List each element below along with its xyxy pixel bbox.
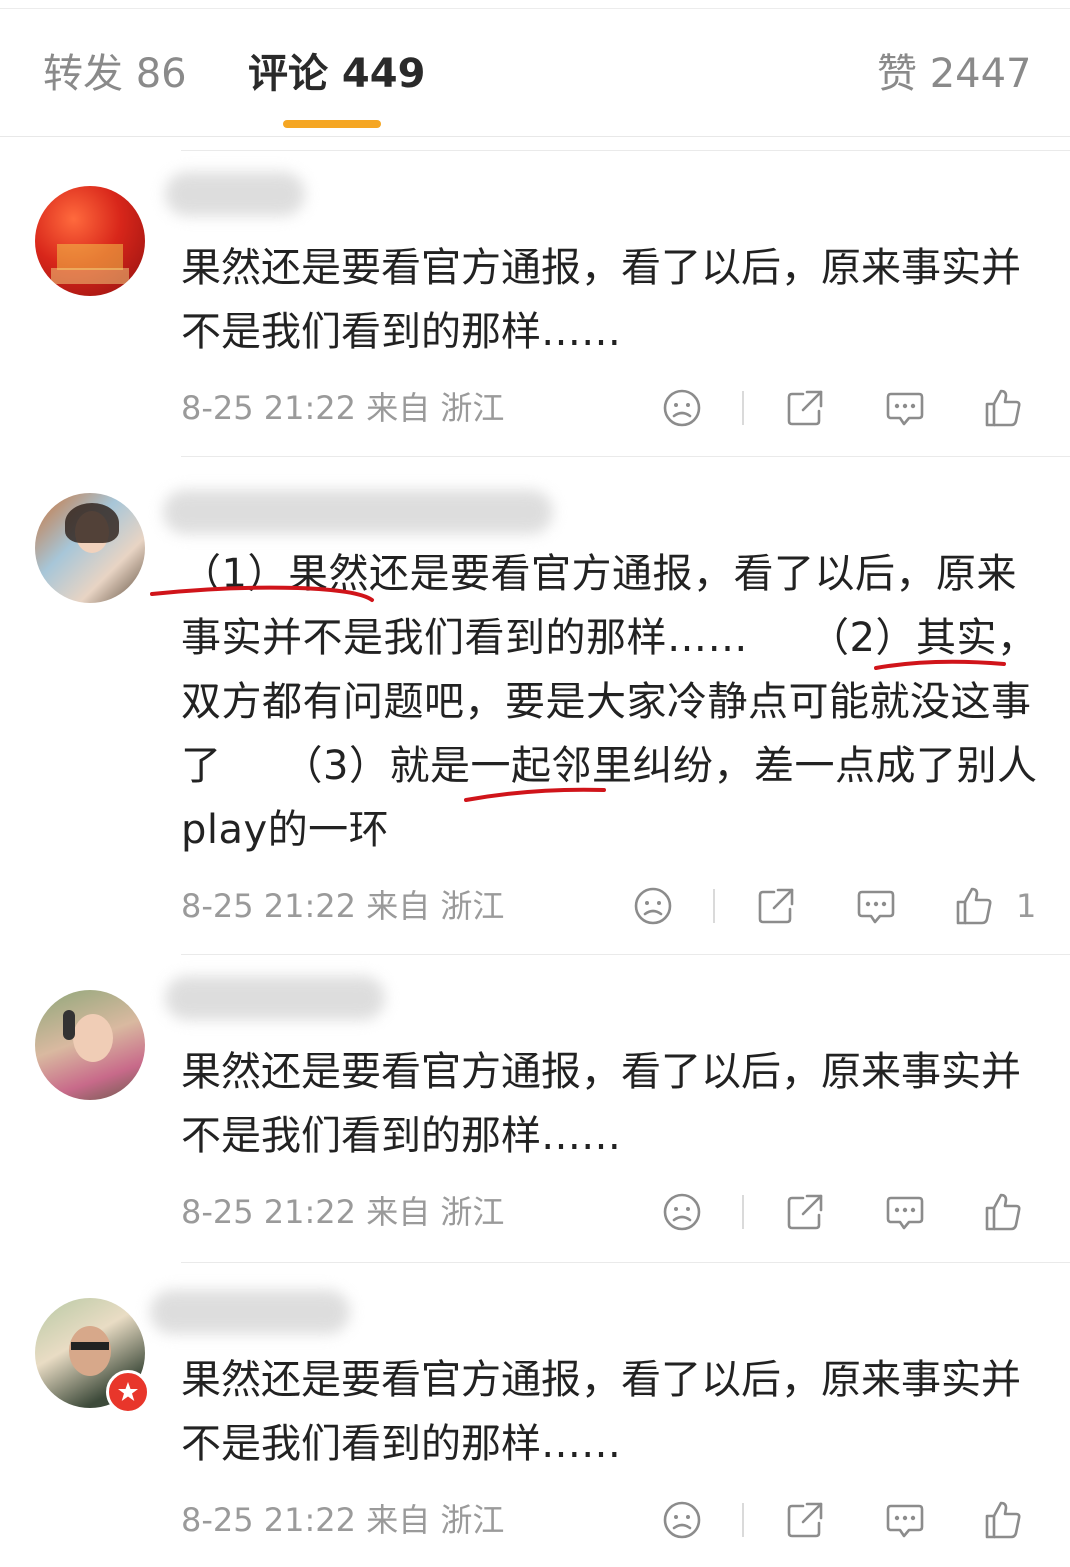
comment-icon[interactable] [854,884,898,928]
comment-location: 来自 浙江 [366,389,505,427]
tabs-divider [0,136,1070,137]
avatar[interactable] [35,186,145,296]
comment-time: 8-25 21:22 [181,1193,357,1231]
thumbs-up-icon[interactable] [981,1190,1025,1234]
avatar[interactable] [35,493,145,603]
comment-divider [181,1262,1070,1263]
avatar[interactable] [35,990,145,1100]
comment-icon[interactable] [883,1190,927,1234]
comment-location: 来自 浙江 [366,887,505,925]
comment-text: 果然还是要看官方通报，看了以后，原来事实并不是我们看到的那样…… [181,1049,1021,1159]
avatar-image-detail [65,503,119,543]
like-count: 1 [1016,887,1037,925]
username-blurred[interactable] [165,172,305,216]
avatar-image-detail [71,1342,109,1350]
comment-icon[interactable] [883,1498,927,1542]
thumbs-up-icon[interactable] [952,884,996,928]
frown-icon[interactable] [660,386,704,430]
avatar-image-detail [63,1010,75,1040]
share-icon[interactable] [783,386,827,430]
share-icon[interactable] [783,1498,827,1542]
frown-icon[interactable] [660,1190,704,1234]
action-separator [713,889,715,923]
action-separator [742,1503,744,1537]
comment-time: 8-25 21:22 [181,389,357,427]
tab-comments[interactable]: 评论 449 [248,48,425,100]
comment-location: 来自 浙江 [366,1193,505,1231]
comment-meta: 8-25 21:22 来自 浙江 [181,886,504,926]
active-tab-indicator [283,120,381,128]
avatar-image-detail [69,1326,111,1376]
avatar-image-detail [51,268,129,284]
avatar-image-detail [73,1014,113,1062]
username-blurred[interactable] [163,490,553,534]
comment-divider [181,954,1070,955]
thumbs-up-icon[interactable] [981,1498,1025,1542]
tab-repost[interactable]: 转发 86 [43,48,187,100]
comment-text: （1）果然还是要看官方通报，看了以后，原来事实并不是我们看到的那样…… （2）其… [181,551,1038,853]
frown-icon[interactable] [631,884,675,928]
comment-text: 果然还是要看官方通报，看了以后，原来事实并不是我们看到的那样…… [181,1357,1021,1467]
verified-badge-icon [106,1370,150,1414]
tab-bar: 转发 86 评论 449 赞 2447 [0,0,1070,136]
comment-text: 果然还是要看官方通报，看了以后，原来事实并不是我们看到的那样…… [181,245,1021,355]
tab-likes[interactable]: 赞 2447 [877,48,1032,100]
comment-divider [181,456,1070,457]
share-icon[interactable] [754,884,798,928]
comment-meta: 8-25 21:22 来自 浙江 [181,1192,504,1232]
username-blurred[interactable] [165,976,385,1020]
comment-meta: 8-25 21:22 来自 浙江 [181,388,504,428]
comment-location: 来自 浙江 [366,1501,505,1539]
avatar-image-detail [57,244,123,270]
comment-meta: 8-25 21:22 来自 浙江 [181,1500,504,1540]
comment-divider [181,150,1070,151]
comment-icon[interactable] [883,386,927,430]
comment-time: 8-25 21:22 [181,887,357,925]
thumbs-up-icon[interactable] [981,386,1025,430]
share-icon[interactable] [783,1190,827,1234]
frown-icon[interactable] [660,1498,704,1542]
action-separator [742,1195,744,1229]
comment-time: 8-25 21:22 [181,1501,357,1539]
action-separator [742,391,744,425]
username-blurred[interactable] [150,1290,350,1334]
